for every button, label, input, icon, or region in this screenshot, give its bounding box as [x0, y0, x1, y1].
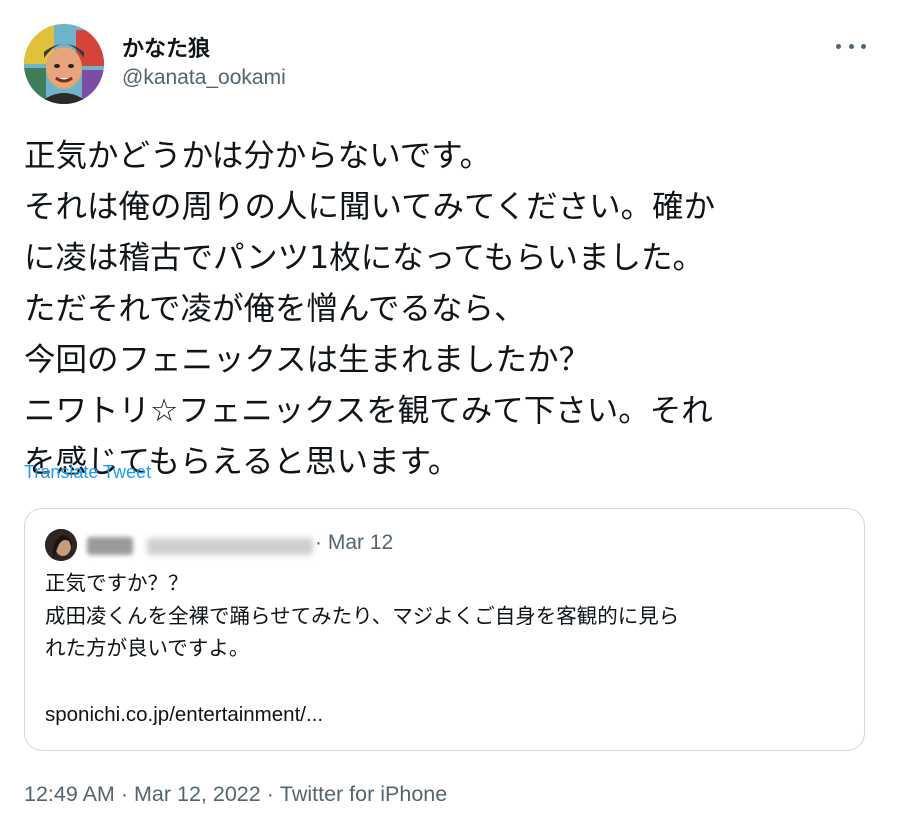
quoted-author-handle-blurred — [147, 538, 313, 555]
quoted-line: 正気ですか？？ — [45, 571, 189, 595]
avatar-illustration-icon — [24, 24, 104, 104]
more-options-icon[interactable] — [836, 34, 866, 58]
quoted-tweet-card[interactable]: · Mar 12 正気ですか？？ 成田凌くんを全裸で踊らせてみたり、マジよくご自… — [24, 508, 865, 751]
tweet-line: ただそれで凌が俺を憎んでるなら、 — [24, 291, 526, 327]
author-avatar[interactable] — [24, 24, 104, 104]
tweet-line: に凌は稽古でパンツ1枚になってもらいました。 — [24, 240, 704, 276]
quoted-line: れた方が良いですよ。 — [45, 636, 250, 660]
quoted-line: 成田凌くんを全裸で踊らせてみたり、マジよくご自身を客観的に見ら — [45, 603, 680, 628]
dot — [848, 43, 854, 49]
tweet-time[interactable]: 12:49 AM — [24, 782, 115, 806]
tweet-date[interactable]: Mar 12, 2022 — [134, 782, 261, 806]
tweet-line: ニワトリ☆フェニックスを観てみて下さい。それ — [24, 393, 713, 429]
quoted-author-name-blurred — [87, 537, 133, 555]
quoted-author-avatar[interactable] — [45, 529, 77, 561]
tweet-line: を感じてもらえると思います。 — [24, 444, 460, 480]
translate-tweet-link[interactable]: Translate Tweet — [24, 462, 151, 483]
separator: · — [266, 782, 274, 806]
tweet-line: それは俺の周りの人に聞いてみてください。確か — [24, 189, 716, 225]
tweet-source[interactable]: Twitter for iPhone — [280, 782, 447, 806]
dot — [861, 43, 866, 49]
author-display-name[interactable]: かなた狼 — [122, 31, 210, 63]
quoted-avatar-icon — [45, 529, 77, 561]
tweet-line: 正気かどうかは分からないです。 — [24, 138, 492, 174]
quoted-tweet-text: 正気ですか？？ 成田凌くんを全裸で踊らせてみたり、マジよくご自身を客観的に見ら … — [45, 567, 855, 665]
tweet-meta: 12:49 AM · Mar 12, 2022 · Twitter for iPhone — [24, 782, 447, 807]
author-handle[interactable]: @kanata_ookami — [122, 66, 286, 90]
tweet-text: 正気かどうかは分からないです。 それは俺の周りの人に聞いてみてください。確か に… — [24, 131, 894, 488]
dot — [836, 43, 841, 49]
quoted-tweet-link[interactable]: sponichi.co.jp/entertainment/... — [45, 703, 323, 727]
tweet-line: 今回のフェニックスは生まれましたか？ — [24, 342, 591, 378]
quoted-tweet-date[interactable]: · Mar 12 — [315, 531, 393, 555]
separator: · — [120, 782, 129, 806]
